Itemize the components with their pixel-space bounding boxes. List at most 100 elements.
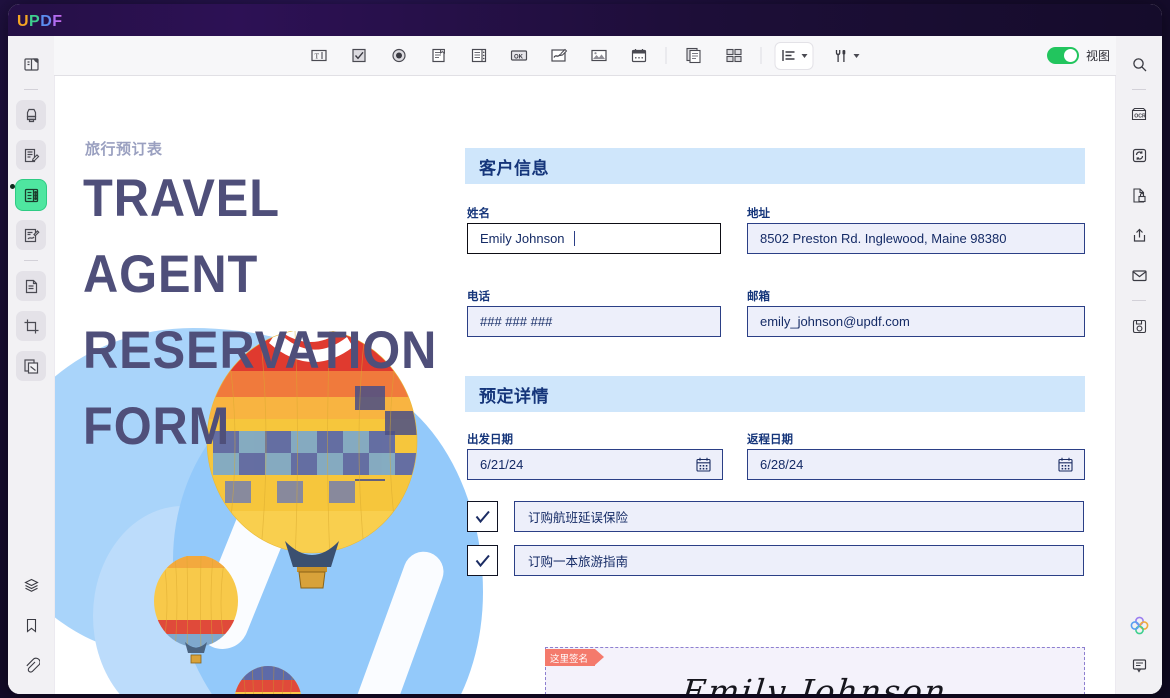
push-button-tool[interactable]: OK [506,43,532,69]
signature-drop-area[interactable]: Emily Johnson [545,647,1085,694]
guidebook-option-label: 订购一本旅游指南 [528,555,629,569]
text-field-tool[interactable]: T [306,43,332,69]
address-label: 地址 [747,208,770,220]
ocr-tool-icon[interactable]: OCR [1124,100,1154,130]
title-line-2: RESERVATION [83,321,438,380]
phone-input-value: ### ### ### [480,314,553,329]
date-field-tool[interactable] [626,43,652,69]
pdf-page: 旅行预订表 TRAVEL AGENT RESERVATION FORM 客户信息 [55,76,1115,694]
guidebook-checkbox[interactable] [467,545,498,576]
tools-chevron-down-icon [853,53,860,58]
updf-logo: UPDF [17,13,63,30]
email-pdf-icon[interactable] [1124,260,1154,290]
save-as-icon[interactable] [1124,311,1154,341]
address-input[interactable]: 8502 Preston Rd. Inglewood, Maine 98380 [747,223,1085,254]
section-header-customer-info: 客户信息 [465,148,1085,184]
arrange-fields-tool[interactable] [721,43,747,69]
return-date-value: 6/28/24 [760,457,804,472]
title-bar: UPDF [8,4,1162,40]
annotate-markup-icon[interactable] [16,100,46,130]
name-input[interactable]: Emily Johnson [467,223,721,254]
name-label: 姓名 [467,208,490,220]
return-date-input[interactable]: 6/28/24 [747,449,1085,480]
address-input-value: 8502 Preston Rd. Inglewood, Maine 98380 [760,231,1007,246]
compare-pdf-icon[interactable] [16,351,46,381]
section-title: 客户信息 [479,158,549,178]
hot-air-balloon-medium [154,556,238,664]
view-mode-toggle[interactable] [1046,47,1079,64]
name-input-value: Emily Johnson [480,231,565,246]
insurance-checkbox[interactable] [467,501,498,532]
ai-assistant-icon[interactable] [1124,610,1154,640]
checkbox-tool[interactable] [346,43,372,69]
main-content-area: T OK 视图 旅行预订表 TRAVEL AGENT RESERVATION F… [54,36,1116,694]
svg-text:OCR: OCR [1134,114,1146,120]
depart-date-value: 6/21/24 [480,457,524,472]
share-pdf-icon[interactable] [1124,220,1154,250]
option-row-2: 订购一本旅游指南 [467,545,1084,576]
hot-air-balloon-small [234,666,302,694]
left-tool-rail [8,36,54,694]
text-cursor [573,231,575,246]
search-panel-icon[interactable] [1124,49,1154,79]
form-tools-tool[interactable] [827,43,865,69]
title-line-3: FORM [83,397,231,456]
depart-date-label: 出发日期 [467,434,513,446]
list-box-tool[interactable] [466,43,492,69]
title-line-1: TRAVEL AGENT [83,169,280,304]
phone-label: 电话 [467,291,490,303]
svg-text:T: T [314,52,319,61]
desktop-background: UPDF T OK 视图 旅行预订表 TRAVEL AGENT RESERVAT… [0,0,1170,698]
insurance-option-label: 订购航班延误保险 [528,511,629,525]
section-title: 预定详情 [479,386,549,406]
sign-here-tag: 这里签名 [545,649,605,666]
combo-box-tool[interactable] [426,43,452,69]
calendar-icon[interactable] [1057,456,1074,476]
align-tool[interactable] [775,42,813,69]
toolbar-divider-1 [665,47,667,64]
email-input[interactable]: emily_johnson@updf.com [747,306,1085,337]
protect-pdf-icon[interactable] [1124,180,1154,210]
form-fields-area: 客户信息 姓名 Emily Johnson 地址 8502 Preston Rd… [465,76,1115,694]
view-mode-label: 视图 [1085,49,1110,63]
page-hero-illustration: 旅行预订表 TRAVEL AGENT RESERVATION FORM [55,76,483,694]
signature-value: Emily Johnson [680,671,950,695]
depart-date-input[interactable]: 6/21/24 [467,449,723,480]
signature-field-tool[interactable] [546,43,572,69]
rail-divider-2 [24,260,38,261]
updf-application-window: UPDF T OK 视图 旅行预订表 TRAVEL AGENT RESERVAT… [8,4,1162,694]
email-input-value: emily_johnson@updf.com [760,314,910,329]
rail-divider-1 [24,89,38,90]
document-title: TRAVEL AGENT RESERVATION FORM [83,161,438,465]
guidebook-option-field[interactable]: 订购一本旅游指南 [514,545,1084,576]
convert-pdf-icon[interactable] [1124,140,1154,170]
edit-pdf-icon[interactable] [16,140,46,170]
layers-panel-icon[interactable] [16,570,46,600]
active-section-indicator [10,184,15,189]
return-date-label: 返程日期 [747,434,793,446]
radio-button-tool[interactable] [386,43,412,69]
toolbar-divider-2 [760,47,762,64]
right-rail-divider-1 [1132,89,1146,90]
sign-pdf-icon[interactable] [16,220,46,250]
bookmarks-panel-icon[interactable] [16,610,46,640]
crop-page-icon[interactable] [16,311,46,341]
insurance-option-field[interactable]: 订购航班延误保险 [514,501,1084,532]
duplicate-fields-tool[interactable] [681,43,707,69]
attachments-panel-icon[interactable] [16,650,46,680]
form-toolbar: T OK 视图 [54,36,1116,76]
signature-field[interactable]: Emily Johnson 这里签名 [545,647,1085,694]
page-tools-icon[interactable] [16,271,46,301]
phone-input[interactable]: ### ### ### [467,306,721,337]
section-header-booking-details: 预定详情 [465,376,1085,412]
calendar-icon[interactable] [695,456,712,476]
align-chevron-down-icon [801,53,808,58]
email-label: 邮箱 [747,291,770,303]
comment-panel-icon[interactable] [1124,650,1154,680]
prepare-form-icon[interactable] [16,180,46,210]
document-kicker: 旅行预订表 [85,141,163,158]
document-canvas[interactable]: 旅行预订表 TRAVEL AGENT RESERVATION FORM 客户信息 [54,76,1116,694]
reader-mode-icon[interactable] [16,49,46,79]
right-rail-divider-2 [1132,300,1146,301]
image-field-tool[interactable] [586,43,612,69]
